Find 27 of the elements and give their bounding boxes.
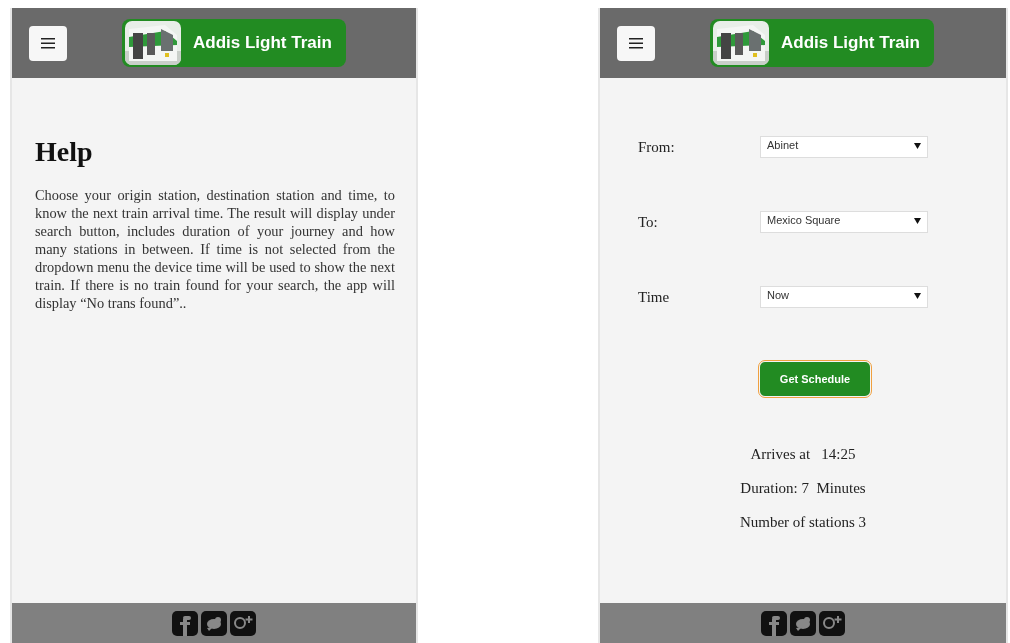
caret-icon bbox=[914, 143, 921, 149]
menu-button[interactable] bbox=[29, 25, 67, 61]
facebook-icon[interactable] bbox=[172, 610, 198, 636]
google-plus-icon[interactable] bbox=[819, 610, 845, 636]
field-label: From: bbox=[638, 138, 676, 156]
help-text: Choose your origin station, destination station and time, to know the next train arrival time. The result will display under search button, includes duration of your journey and how many stations in between. If time is not selected from the dropdown menu the device time will be used to show the next train. If there is no train found for your search, the app will display “No trans found”.. bbox=[35, 186, 395, 312]
app-title: Addis Light Train bbox=[781, 33, 920, 53]
field-label: Time bbox=[638, 288, 671, 306]
dropdown-field[interactable]: Mexico Square bbox=[760, 211, 928, 233]
caret-icon bbox=[914, 293, 921, 299]
get-schedule-button[interactable]: Get Schedule bbox=[760, 362, 870, 396]
dropdown-field[interactable]: Now bbox=[760, 286, 928, 308]
help-heading: Help bbox=[35, 136, 94, 168]
dropdown-field[interactable]: Abinet bbox=[760, 136, 928, 158]
menu-icon bbox=[629, 37, 643, 49]
app-logo-banner[interactable]: Addis Light Train bbox=[710, 19, 934, 67]
result-text: Number of stations 3 bbox=[739, 513, 867, 531]
menu-icon bbox=[41, 37, 55, 49]
caret-icon bbox=[914, 218, 921, 224]
app-title: Addis Light Train bbox=[193, 33, 332, 53]
app-logo-banner[interactable]: Addis Light Train bbox=[122, 19, 346, 67]
menu-button[interactable] bbox=[617, 25, 655, 61]
field-label: To: bbox=[638, 213, 659, 231]
result-text: Arrives at 14:25 bbox=[750, 445, 856, 463]
result-text: Duration: 7 Minutes bbox=[740, 479, 866, 497]
facebook-icon[interactable] bbox=[761, 610, 787, 636]
google-plus-icon[interactable] bbox=[230, 610, 256, 636]
